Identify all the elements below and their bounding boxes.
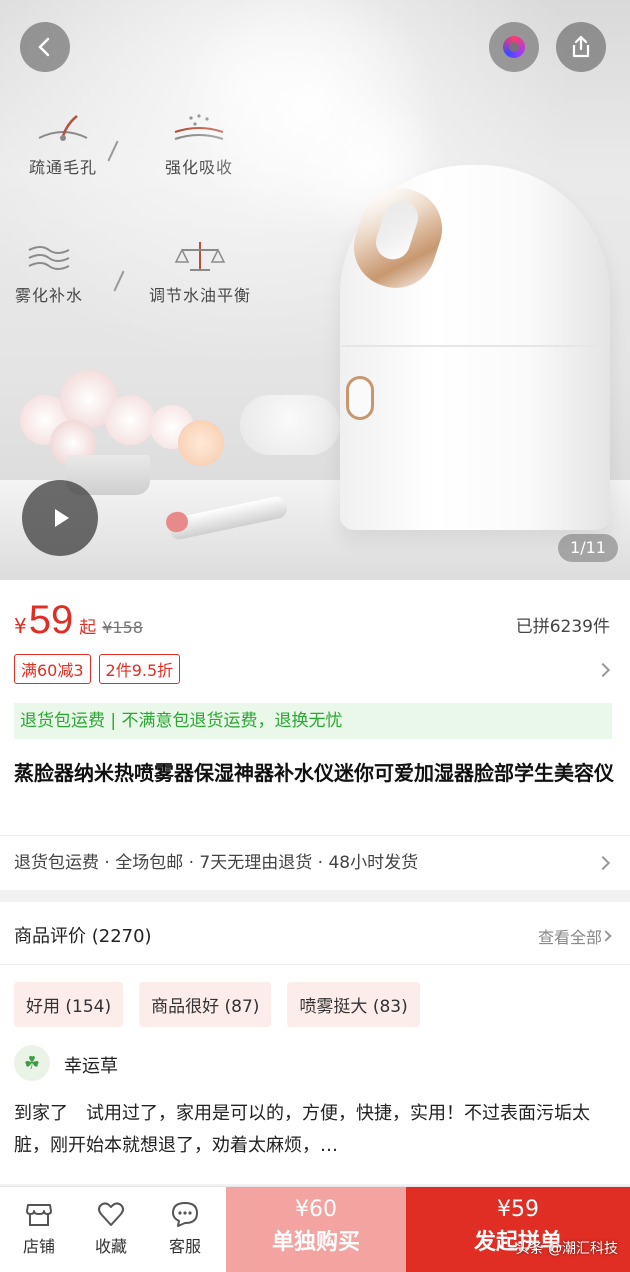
heart-icon	[98, 1202, 124, 1226]
service-promises[interactable]: 退货包运费 · 全场包邮 · 7天无理由退货 · 48小时发货	[14, 848, 418, 873]
pore-icon	[38, 115, 88, 141]
price-suffix: 起	[79, 618, 97, 638]
see-all-reviews-link[interactable]: 查看全部	[538, 924, 602, 948]
favorite-button[interactable]: 收藏	[76, 1187, 146, 1272]
reviews-header: 商品评价 (2270)	[14, 926, 152, 947]
feature-label: 雾化补水	[14, 286, 83, 305]
product-image-carousel[interactable]: 疏通毛孔 强化吸收 雾化补水 调节水油平衡	[0, 0, 630, 580]
group-buy-price: ¥59	[497, 1197, 539, 1222]
review-tag[interactable]: 好用 (154)	[14, 982, 124, 1027]
service-label: 客服	[168, 1237, 201, 1256]
watermark: 头条 @潮汇科技	[515, 1241, 618, 1257]
review-text[interactable]: 到家了 试用过了，家用是可以的，方便，快捷，实用！不过表面污垢太脏，刚开始本就想…	[14, 1098, 614, 1162]
favorite-label: 收藏	[94, 1237, 127, 1256]
product-title: 蒸脸器纳米热喷雾器保湿神器补水仪迷你可爱加湿器脸部学生美容仪	[14, 761, 614, 785]
review-tags: 好用 (154) 商品很好 (87) 喷雾挺大 (83)	[14, 982, 420, 1027]
solo-label: 单独购买	[271, 1230, 360, 1255]
play-video-button[interactable]	[22, 480, 98, 556]
play-icon	[55, 509, 69, 527]
image-counter: 1/11	[558, 534, 618, 562]
sold-count: 已拼6239件	[515, 617, 610, 637]
promo-tag: 2件9.5折	[98, 654, 181, 684]
flower-decor	[105, 395, 155, 445]
chat-icon	[172, 1202, 198, 1227]
towel-decor	[240, 395, 340, 455]
balance-icon	[174, 242, 226, 271]
share-icon	[572, 35, 590, 58]
app-logo-button[interactable]	[489, 22, 539, 72]
feature-pore: 疏通毛孔	[8, 112, 118, 178]
store-label: 店铺	[22, 1237, 55, 1256]
price-row: ¥ 59 起 ¥158	[14, 598, 143, 643]
device-dial	[346, 376, 374, 420]
return-guarantee-banner: 退货包运费 | 不满意包退货运费，退换无忧	[14, 703, 612, 739]
flower-decor	[178, 420, 224, 466]
solo-price: ¥60	[295, 1197, 337, 1222]
product-info-card: ¥ 59 起 ¥158 已拼6239件 满60减3 2件9.5折 退货包运费 |…	[0, 580, 630, 890]
clover-icon: ☘	[23, 1052, 41, 1074]
bottom-action-bar: 店铺 收藏 客服 ¥60 单独购买 ¥59 发起拼单	[0, 1186, 630, 1272]
buy-solo-button[interactable]: ¥60 单独购买	[226, 1187, 406, 1272]
customer-service-button[interactable]: 客服	[150, 1187, 220, 1272]
feature-mist: 雾化补水	[4, 240, 94, 306]
chevron-right-icon[interactable]	[595, 855, 611, 871]
divider	[0, 835, 630, 836]
divider	[0, 964, 630, 965]
chevron-right-icon[interactable]	[595, 662, 611, 678]
chevron-left-icon	[38, 37, 50, 57]
steam-decor	[290, 90, 450, 240]
device-seam	[342, 345, 608, 347]
group-price: 59	[28, 598, 74, 642]
back-button[interactable]	[20, 22, 70, 72]
original-price: ¥158	[102, 618, 143, 637]
feature-balance: 调节水油平衡	[140, 240, 260, 306]
store-icon	[26, 1204, 52, 1226]
feature-label: 调节水油平衡	[148, 286, 251, 305]
reviews-section: 商品评价 (2270) 查看全部 好用 (154) 商品很好 (87) 喷雾挺大…	[0, 902, 630, 1184]
reviewer-name: 幸运草	[64, 1056, 118, 1077]
currency-symbol: ¥	[14, 614, 27, 638]
avatar: ☘	[14, 1045, 50, 1081]
start-group-buy-button[interactable]: ¥59 发起拼单	[406, 1187, 630, 1272]
promo-tag: 满60减3	[14, 654, 91, 684]
chevron-right-icon[interactable]	[600, 930, 612, 942]
promo-tags[interactable]: 满60减3 2件9.5折	[14, 654, 181, 684]
mist-icon	[28, 246, 70, 270]
review-tag[interactable]: 商品很好 (87)	[139, 982, 272, 1027]
review-tag[interactable]: 喷雾挺大 (83)	[287, 982, 420, 1027]
logo-icon	[503, 36, 525, 58]
feature-label: 疏通毛孔	[28, 158, 97, 177]
share-button[interactable]	[556, 22, 606, 72]
store-button[interactable]: 店铺	[4, 1187, 74, 1272]
